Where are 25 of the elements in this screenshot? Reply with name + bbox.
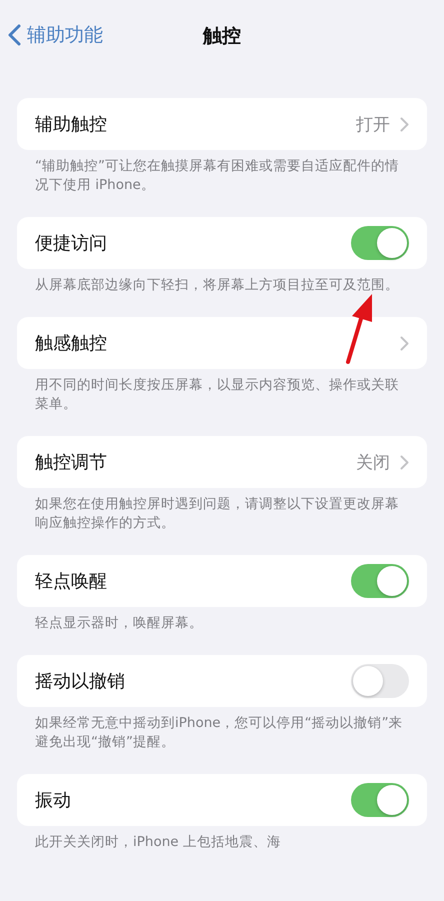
- setting-row[interactable]: 触感触控: [17, 317, 427, 369]
- setting-description: 轻点显示器时，唤醒屏幕。: [34, 614, 204, 633]
- setting-row[interactable]: 振动: [17, 774, 427, 826]
- setting-label: 便捷访问: [35, 232, 108, 255]
- setting-value: 关闭: [356, 452, 390, 474]
- setting-description: 如果经常无意中摇动到iPhone，您可以停用“摇动以撤销”来避免出现“撤销”提醒。: [34, 714, 404, 752]
- page-title: 触控: [203, 24, 241, 49]
- setting-value: 打开: [356, 114, 390, 136]
- setting-label: 触感触控: [35, 332, 108, 355]
- setting-description: 如果您在使用触控屏时遇到问题，请调整以下设置更改屏幕响应触控操作的方式。: [34, 495, 400, 533]
- setting-row[interactable]: 辅助触控 打开: [17, 98, 427, 150]
- setting-row[interactable]: 触控调节 关闭: [17, 436, 427, 488]
- setting-label: 轻点唤醒: [35, 570, 108, 593]
- setting-row[interactable]: 轻点唤醒: [17, 555, 427, 607]
- back-button[interactable]: 辅助功能: [8, 22, 103, 48]
- setting-description: “辅助触控”可让您在触摸屏幕有困难或需要自适应配件的情况下使用 iPhone。: [34, 157, 400, 195]
- setting-description: 用不同的时间长度按压屏幕，以显示内容预览、操作或关联菜单。: [34, 376, 400, 414]
- setting-description: 从屏幕底部边缘向下轻扫，将屏幕上方项目拉至可及范围。: [34, 276, 400, 295]
- setting-label: 摇动以撤销: [35, 670, 126, 693]
- setting-label: 辅助触控: [35, 113, 108, 136]
- setting-label: 振动: [35, 789, 72, 812]
- setting-label: 触控调节: [35, 451, 108, 474]
- setting-description: 此开关关闭时，iPhone 上包括地震、海: [34, 833, 282, 852]
- setting-row[interactable]: 摇动以撤销: [17, 655, 427, 707]
- setting-row[interactable]: 便捷访问: [17, 217, 427, 269]
